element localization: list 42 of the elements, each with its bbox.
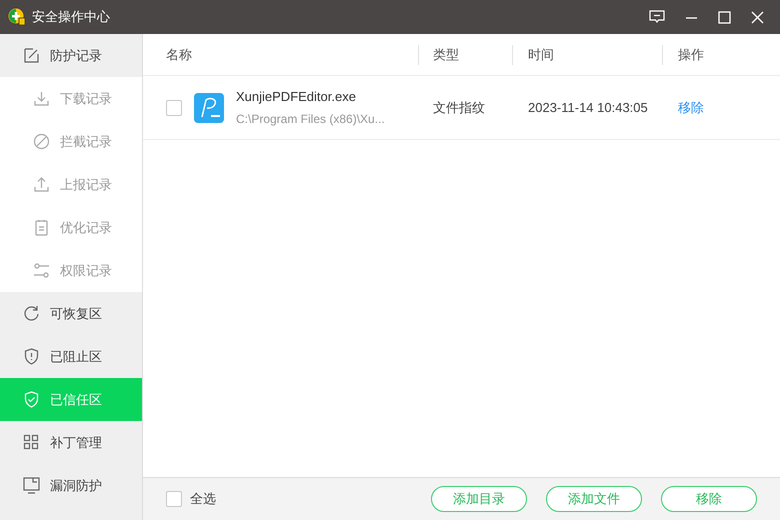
sidebar-subitem[interactable]: 权限记录	[0, 249, 142, 292]
shield-check-icon	[23, 391, 40, 408]
feedback-icon[interactable]	[649, 10, 665, 24]
shield-alert-icon	[23, 348, 40, 365]
file-name: XunjiePDFEditor.exe	[236, 88, 357, 106]
sidebar-subitem[interactable]: 优化记录	[0, 206, 142, 249]
table-cell: 2023-11-14 10:43:05	[528, 100, 648, 114]
window-title: 安全操作中心	[32, 8, 110, 26]
column-header: 操作	[678, 46, 704, 64]
close-icon[interactable]	[751, 10, 764, 24]
sidebar-item[interactable]: 已阻止区	[0, 335, 142, 378]
footer-button[interactable]: 添加文件	[546, 486, 642, 512]
column-header: 名称	[166, 46, 192, 64]
forbidden-icon	[33, 133, 50, 150]
edit-icon	[23, 47, 40, 64]
sidebar-item[interactable]: 已信任区	[0, 378, 142, 421]
grid-icon	[23, 434, 40, 451]
checkbox[interactable]	[166, 491, 182, 507]
sidebar-item[interactable]: 漏洞防护	[0, 464, 142, 507]
pdf-app-icon	[194, 92, 224, 122]
monitor-icon	[23, 477, 40, 494]
clipboard-icon	[33, 219, 50, 236]
sidebar-subitem[interactable]: 拦截记录	[0, 120, 142, 163]
select-all-label: 全选	[190, 490, 216, 508]
footer-button[interactable]: 移除	[661, 486, 757, 512]
sidebar-item[interactable]: 防护记录	[0, 34, 142, 77]
sliders-icon	[33, 262, 50, 279]
sidebar-item[interactable]: 可恢复区	[0, 292, 142, 335]
refresh-icon	[23, 305, 40, 322]
sidebar-subitem[interactable]: 下载记录	[0, 77, 142, 120]
table-cell: 文件指纹	[433, 100, 485, 114]
download-icon	[33, 90, 50, 107]
sidebar-item[interactable]: 补丁管理	[0, 421, 142, 464]
footer-button[interactable]: 添加目录	[431, 486, 527, 512]
sidebar-subitem[interactable]: 上报记录	[0, 163, 142, 206]
upload-icon	[33, 176, 50, 193]
file-path: C:\Program Files (x86)\Xu...	[236, 111, 385, 128]
column-header: 类型	[433, 46, 459, 64]
checkbox[interactable]	[166, 100, 182, 116]
maximize-icon[interactable]	[718, 10, 731, 24]
remove-link[interactable]: 移除	[678, 100, 704, 114]
column-header: 时间	[528, 46, 554, 64]
